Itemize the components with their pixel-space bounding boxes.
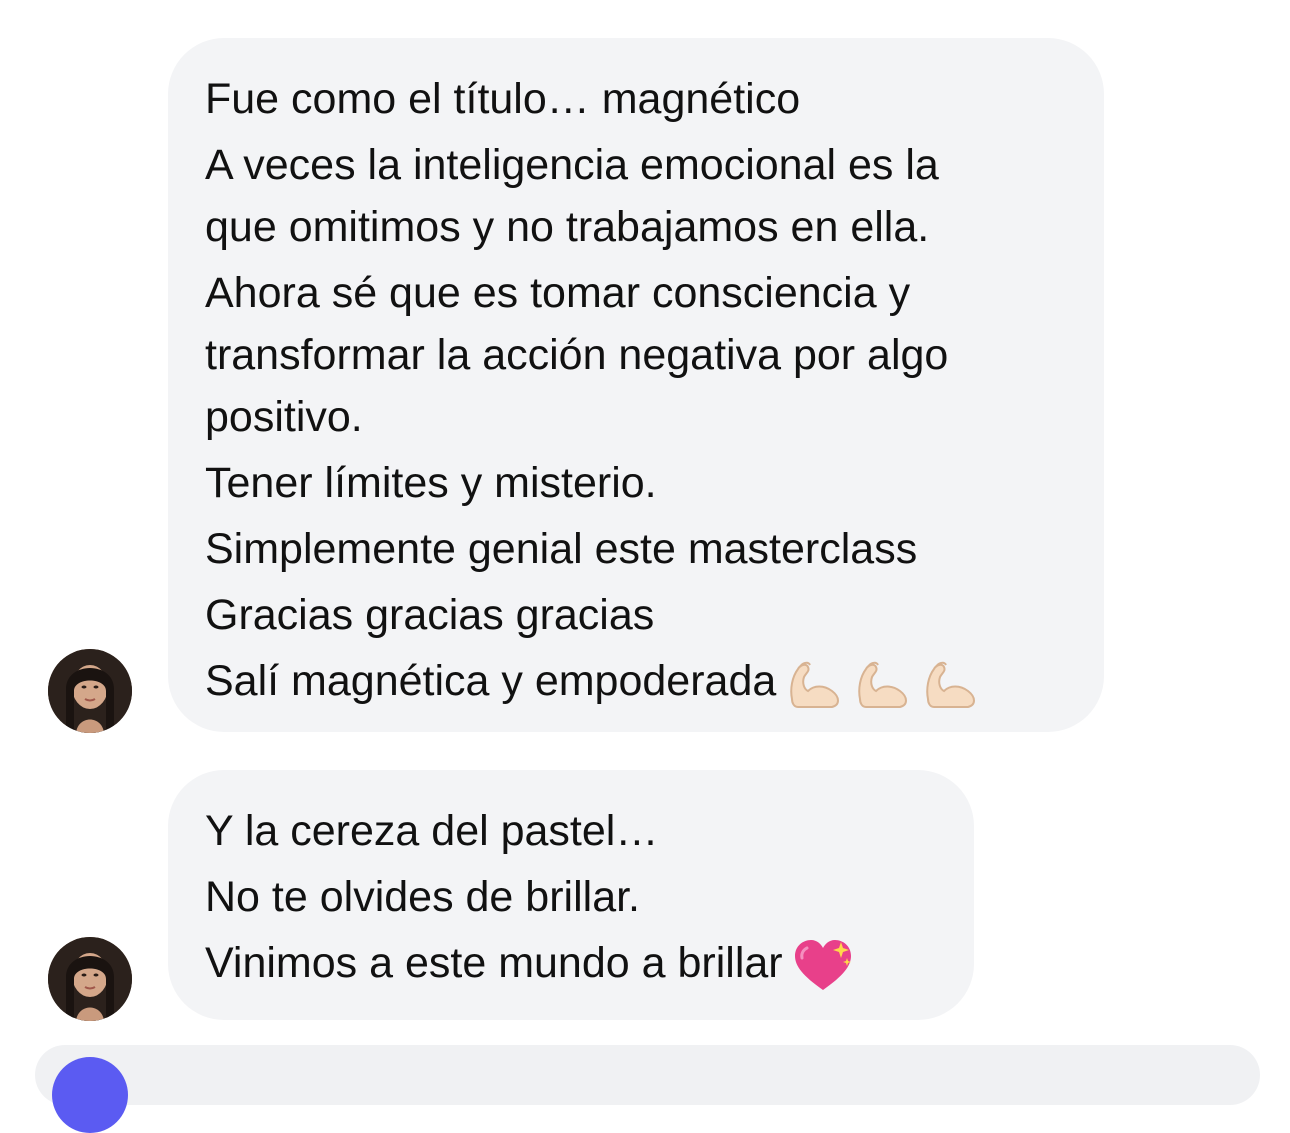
profile-avatar-icon[interactable]: [52, 1057, 128, 1133]
message-line: A veces la inteligencia emocional es la: [205, 141, 939, 189]
user-photo-icon: [48, 937, 132, 1021]
message-line: Fue como el título… magnético: [205, 75, 801, 123]
message-line: Vinimos a este mundo a brillar: [205, 939, 783, 987]
user-photo-icon: [48, 649, 132, 733]
message-line: Simplemente genial este masterclass: [205, 525, 918, 573]
message-line: positivo.: [205, 393, 363, 441]
message-bubble[interactable]: Fue como el título… magnético A veces la…: [168, 38, 1104, 732]
flexed-biceps-icon: [922, 659, 980, 709]
flexed-biceps-icon: [854, 659, 912, 709]
message-line: que omitimos y no trabajamos en ella.: [205, 203, 930, 251]
message-line-with-emoji: Vinimos a este mundo a brillar: [205, 932, 944, 994]
message-line: Gracias gracias gracias: [205, 591, 655, 639]
avatar[interactable]: [48, 937, 132, 1021]
message-line: transformar la acción negativa por algo: [205, 331, 949, 379]
message-line-with-emoji: Salí magnética y empoderada: [205, 650, 1074, 712]
message-line: Ahora sé que es tomar consciencia y: [205, 269, 911, 317]
message-bubble[interactable]: Y la cereza del pastel… No te olvides de…: [168, 770, 974, 1020]
flexed-biceps-icon: [786, 659, 844, 709]
sparkling-heart-icon: [793, 938, 853, 994]
message-line: Salí magnética y empoderada: [205, 657, 777, 705]
message-line: No te olvides de brillar.: [205, 873, 640, 921]
message-line: Tener límites y misterio.: [205, 459, 657, 507]
message-composer[interactable]: [35, 1045, 1260, 1105]
avatar[interactable]: [48, 649, 132, 733]
message-line: Y la cereza del pastel…: [205, 807, 659, 855]
